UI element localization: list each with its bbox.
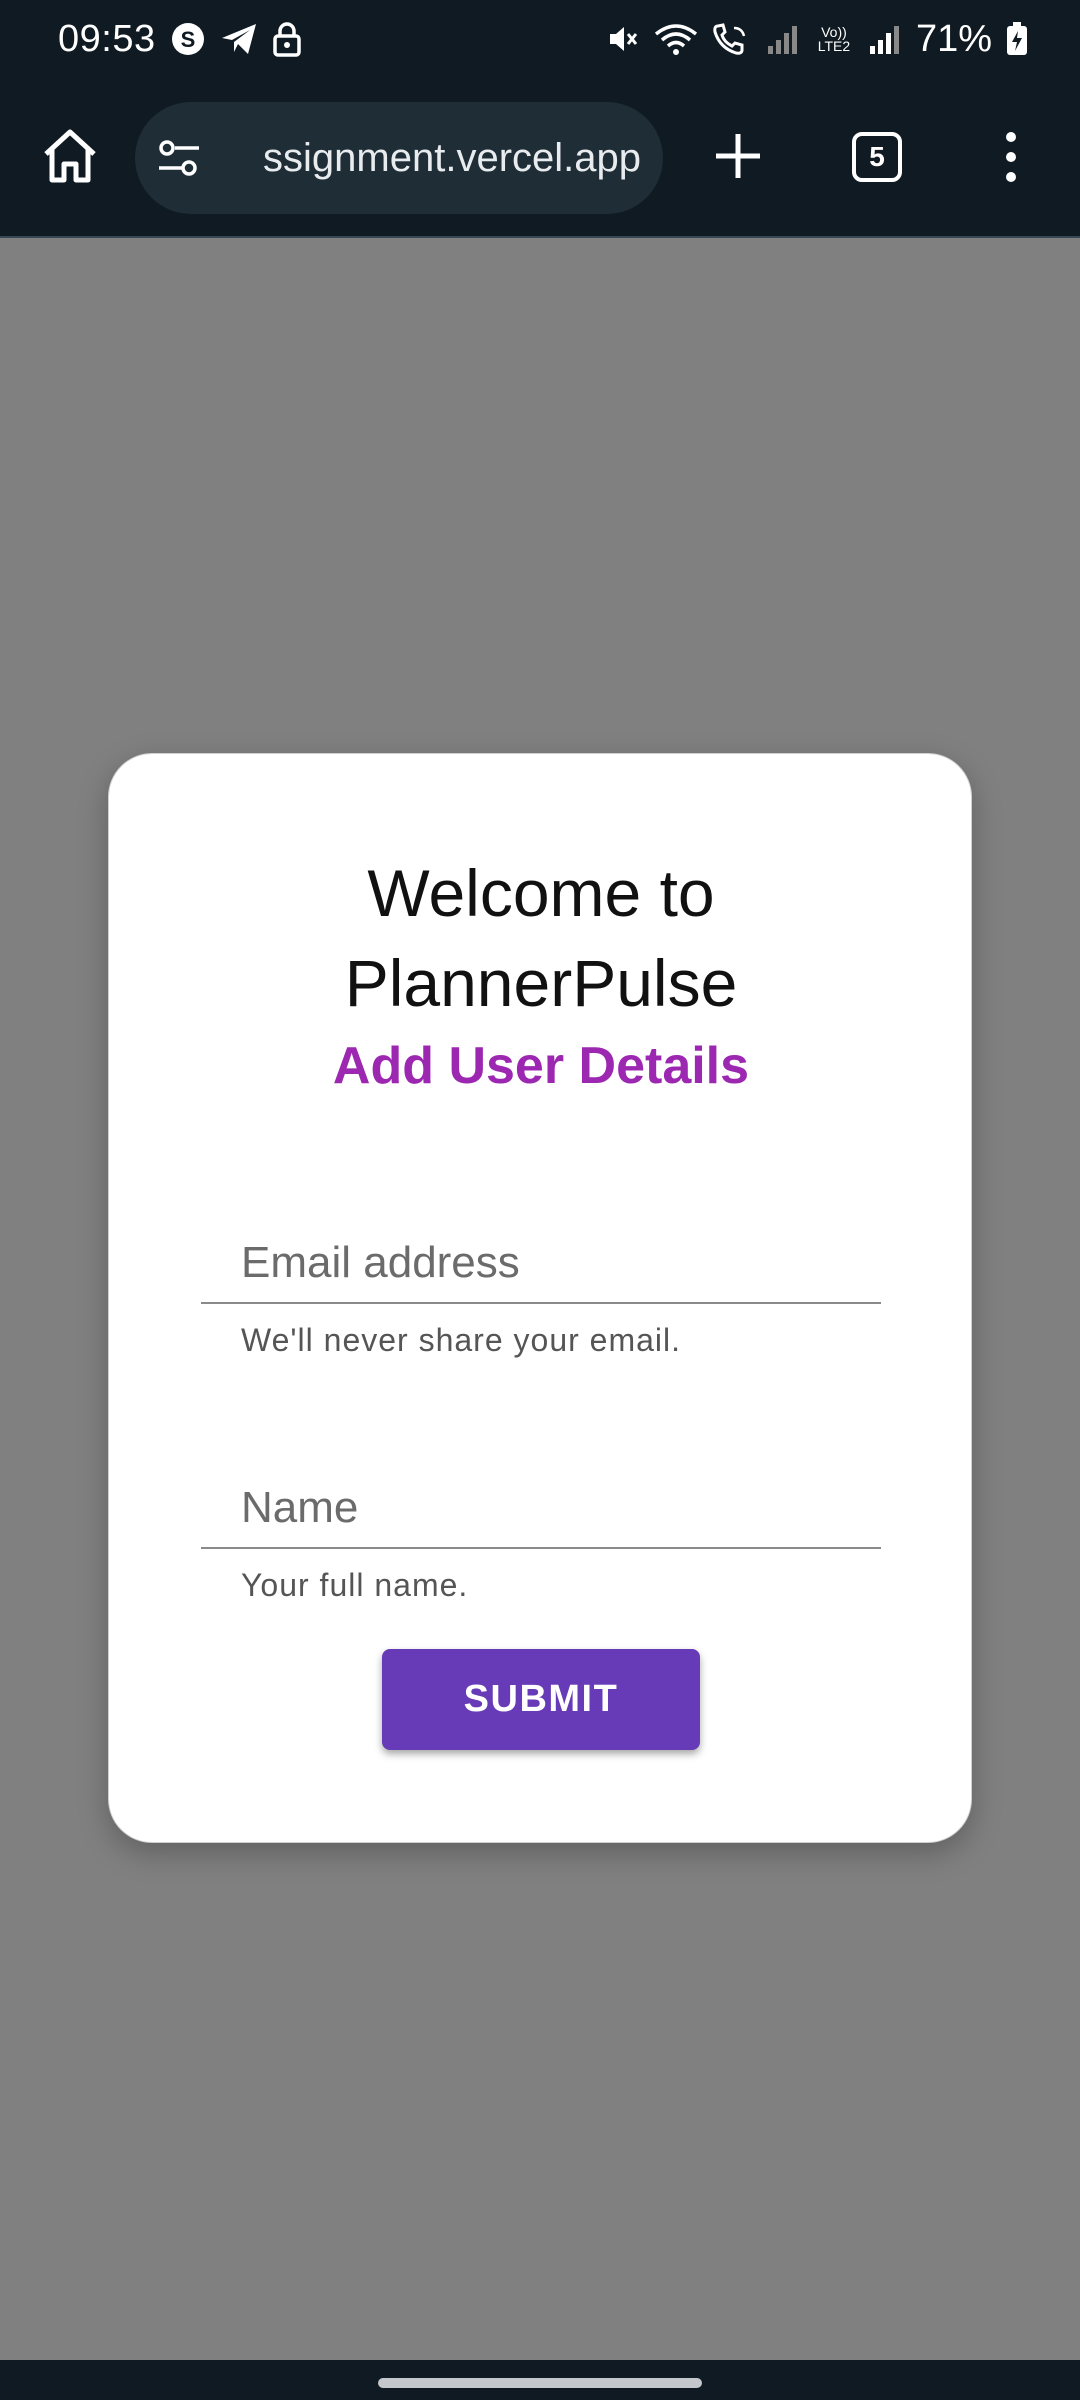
more-options-icon[interactable] [996,130,1026,184]
svg-text:S: S [180,27,195,52]
gesture-handle[interactable] [378,2378,702,2388]
mute-icon [606,22,640,56]
home-icon[interactable] [38,124,102,188]
email-field-group: We'll never share your email. [201,1224,881,1359]
address-bar[interactable]: ssignment.vercel.app [135,102,663,214]
status-left: 09:53 S [58,18,302,61]
signal-icon [766,24,800,54]
dialog-subtitle: Add User Details [332,1037,750,1095]
email-field[interactable] [201,1224,881,1304]
status-time: 09:53 [58,17,156,60]
system-nav-bar [0,2360,1080,2400]
name-field-group: Your full name. [201,1469,881,1604]
site-settings-icon[interactable] [157,138,201,183]
name-field[interactable] [201,1469,881,1549]
browser-toolbar: ssignment.vercel.app 5 [0,78,1080,238]
wifi-call-icon [712,22,752,56]
wifi-icon [654,22,698,56]
battery-charging-icon [1006,22,1028,56]
lock-icon [272,21,302,57]
email-helper-text: We'll never share your email. [241,1322,682,1358]
name-helper-text: Your full name. [241,1567,469,1603]
submit-button[interactable]: SUBMIT [382,1649,700,1750]
volte-icon: Vo)) LTE2 [817,24,851,54]
tab-switcher-button[interactable]: 5 [852,132,902,182]
s-app-icon: S [170,21,206,57]
new-tab-icon[interactable] [710,128,766,184]
url-text: ssignment.vercel.app [263,136,641,180]
status-bar: 09:53 S Vo)) LTE2 71% [0,0,1080,78]
signal-icon [868,24,902,54]
telegram-icon [220,22,258,56]
dialog-title: Welcome to PlannerPulse [344,856,738,1020]
user-details-dialog: Welcome to PlannerPulse Add User Details… [108,753,972,1843]
status-right: Vo)) LTE2 71% [606,18,1028,61]
battery-level: 71% [915,17,992,60]
